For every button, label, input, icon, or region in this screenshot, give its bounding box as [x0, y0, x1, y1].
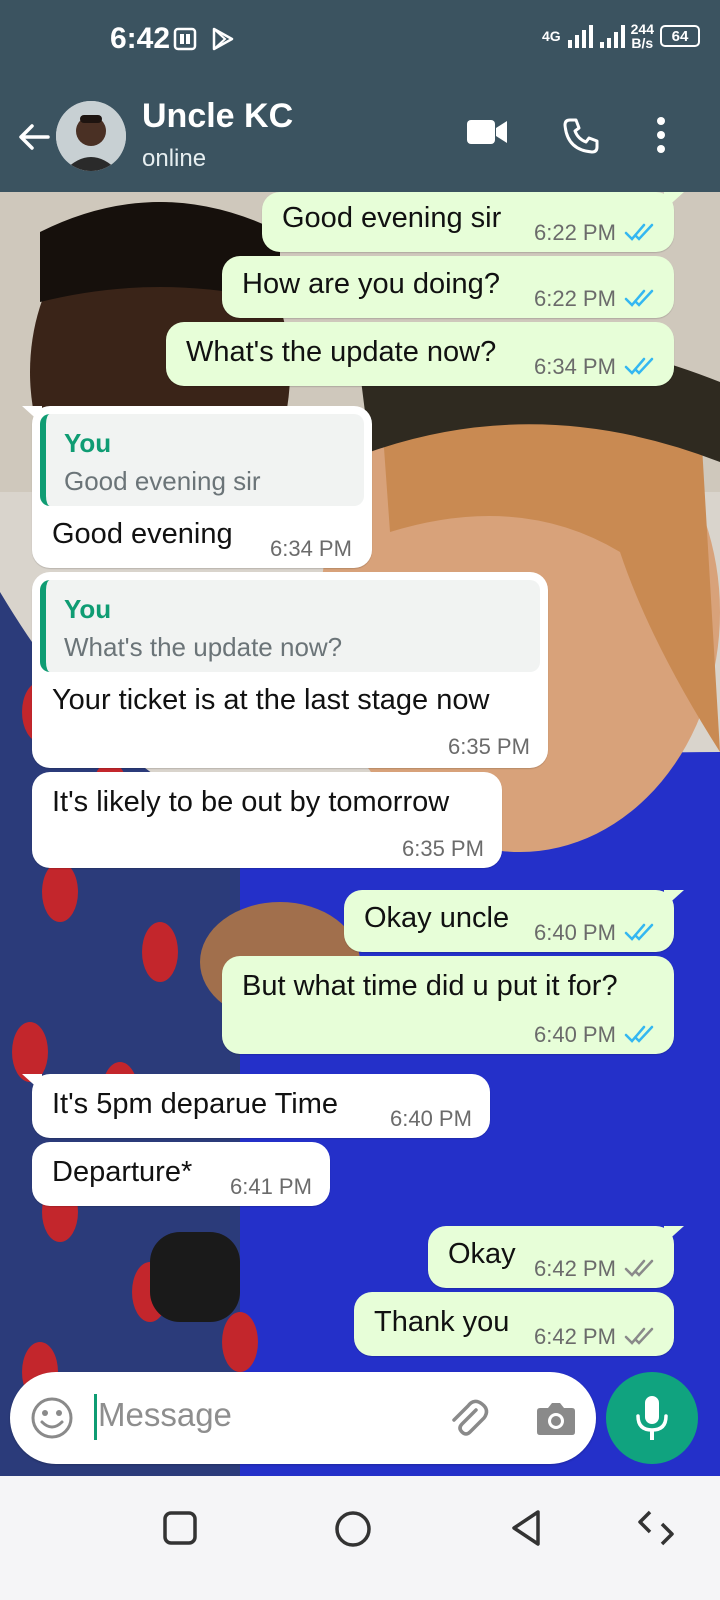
contact-status: online	[142, 145, 207, 172]
data-speed: 244 B/s	[630, 21, 654, 51]
message-text: Thank you	[374, 1306, 510, 1338]
rotate-icon[interactable]	[636, 1508, 676, 1548]
status-time: 6:42	[110, 22, 171, 55]
chat-area[interactable]: Good evening sir 6:22 PM How are you doi…	[0, 192, 720, 1500]
message-time: 6:34 PM	[270, 536, 352, 561]
read-ticks-icon	[624, 923, 654, 941]
message-outgoing[interactable]: How are you doing? 6:22 PM	[222, 256, 674, 318]
quote-text: Good evening sir	[64, 466, 261, 496]
system-navigation-bar	[0, 1476, 720, 1600]
bubble-tail	[664, 890, 684, 908]
quoted-message[interactable]: You What's the update now?	[40, 580, 540, 672]
read-ticks-icon	[624, 289, 654, 307]
quote-author: You	[64, 594, 112, 624]
message-outgoing[interactable]: Good evening sir 6:22 PM	[262, 192, 684, 252]
message-composer[interactable]: Message	[10, 1372, 596, 1464]
voice-call-icon[interactable]	[562, 117, 600, 155]
back-arrow-icon[interactable]	[14, 117, 54, 157]
battery-indicator: 64	[660, 25, 700, 47]
contact-name[interactable]: Uncle KC	[142, 97, 293, 136]
read-ticks-icon	[624, 223, 654, 241]
emoji-icon[interactable]	[30, 1396, 74, 1440]
message-time: 6:40 PM	[534, 920, 616, 945]
message-time: 6:40 PM	[390, 1106, 472, 1131]
voice-message-button[interactable]	[606, 1372, 698, 1464]
network-type-indicator: 4G	[541, 28, 561, 44]
message-text: Departure*	[52, 1156, 193, 1188]
message-text: Your ticket is at the last stage now	[52, 684, 490, 716]
delivered-ticks-icon	[624, 1327, 654, 1345]
message-text: It's likely to be out by tomorrow	[52, 786, 450, 818]
message-text: How are you doing?	[242, 268, 500, 300]
message-outgoing[interactable]: Okay uncle 6:40 PM	[344, 890, 684, 952]
quoted-message[interactable]: You Good evening sir	[40, 414, 364, 506]
message-time: 6:42 PM	[534, 1324, 616, 1349]
message-time: 6:35 PM	[448, 734, 530, 759]
attach-icon[interactable]	[446, 1396, 490, 1440]
message-outgoing[interactable]: But what time did u put it for? 6:40 PM	[222, 956, 674, 1054]
more-options-icon[interactable]	[654, 115, 668, 155]
read-ticks-icon	[624, 357, 654, 375]
delivered-ticks-icon	[624, 1259, 654, 1277]
message-text: Good evening	[52, 518, 233, 550]
message-text: Good evening sir	[282, 202, 502, 234]
status-right: 4G 244 B/s 64	[542, 22, 700, 50]
bubble-tail	[664, 1226, 684, 1244]
back-icon[interactable]	[506, 1508, 546, 1548]
quote-author: You	[64, 428, 112, 458]
message-incoming[interactable]: It's likely to be out by tomorrow 6:35 P…	[32, 772, 502, 868]
microphone-icon	[636, 1396, 668, 1440]
chat-header: Uncle KC online	[0, 95, 720, 185]
message-time: 6:22 PM	[534, 286, 616, 311]
message-time: 6:41 PM	[230, 1174, 312, 1199]
sim-card-icon	[173, 27, 197, 51]
home-icon[interactable]	[332, 1508, 374, 1550]
text-cursor	[94, 1394, 97, 1440]
video-call-icon[interactable]	[466, 117, 508, 147]
bubble-tail	[664, 192, 684, 210]
message-time: 6:40 PM	[534, 1022, 616, 1047]
message-incoming[interactable]: You Good evening sir Good evening 6:34 P…	[22, 406, 372, 568]
signal-icon	[567, 25, 593, 48]
message-outgoing[interactable]: What's the update now? 6:34 PM	[166, 322, 674, 386]
play-store-icon	[212, 27, 234, 51]
quote-text: What's the update now?	[64, 632, 343, 662]
message-text: What's the update now?	[186, 336, 497, 368]
message-time: 6:35 PM	[402, 836, 484, 861]
recent-apps-icon[interactable]	[160, 1508, 200, 1548]
bubble-tail	[22, 1074, 42, 1092]
message-text: Okay	[448, 1238, 516, 1270]
message-input[interactable]: Message	[98, 1396, 232, 1434]
message-incoming[interactable]: It's 5pm deparue Time 6:40 PM	[22, 1074, 490, 1138]
bubble-tail	[22, 406, 42, 424]
message-time: 6:34 PM	[534, 354, 616, 379]
message-outgoing[interactable]: Okay 6:42 PM	[428, 1226, 684, 1288]
message-time: 6:22 PM	[534, 220, 616, 245]
message-text: It's 5pm deparue Time	[52, 1088, 339, 1120]
top-bar: 6:42 4G 244 B/s 64 Uncle KC online	[0, 0, 720, 192]
message-incoming[interactable]: Departure* 6:41 PM	[32, 1142, 330, 1206]
status-bar: 6:42 4G 244 B/s 64	[0, 0, 720, 80]
contact-avatar[interactable]	[56, 101, 126, 171]
read-ticks-icon	[624, 1025, 654, 1043]
message-outgoing[interactable]: Thank you 6:42 PM	[354, 1292, 674, 1356]
message-time: 6:42 PM	[534, 1256, 616, 1281]
signal-icon-2	[599, 25, 625, 48]
message-text: But what time did u put it for?	[242, 970, 618, 1002]
message-incoming[interactable]: You What's the update now? Your ticket i…	[32, 572, 548, 768]
camera-icon[interactable]	[534, 1396, 578, 1440]
message-text: Okay uncle	[364, 902, 510, 934]
